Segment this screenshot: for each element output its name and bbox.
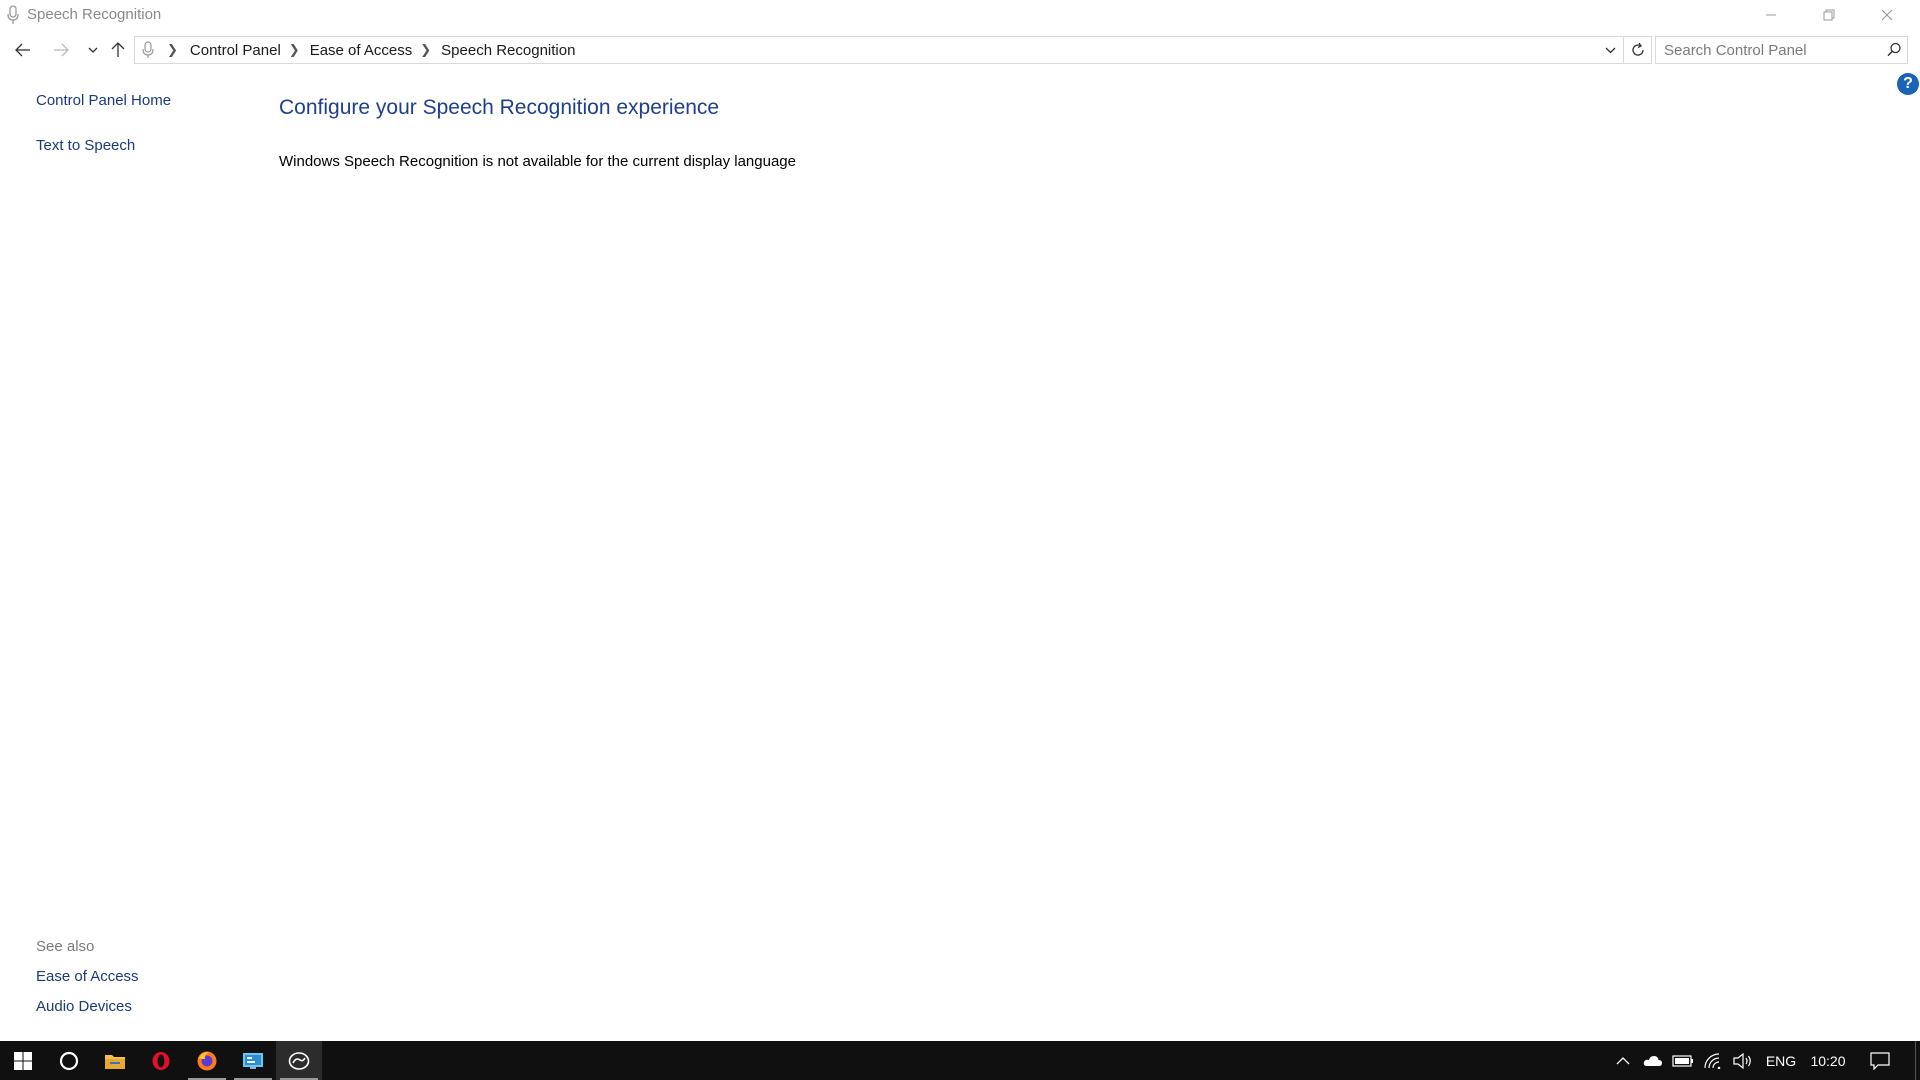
cloud-icon [1643,1055,1662,1066]
help-icon[interactable]: ? [1897,73,1919,95]
volume-button[interactable] [1730,1041,1756,1080]
taskbar-opera[interactable] [138,1041,184,1080]
title-bar: Speech Recognition [0,0,1920,30]
cortana-button[interactable] [46,1041,92,1080]
notification-icon [1870,1051,1890,1070]
arrow-up-icon [111,42,125,57]
text-to-speech-link[interactable]: Text to Speech [36,137,135,154]
restore-button[interactable] [1800,0,1858,30]
speaker-icon [1733,1052,1751,1069]
show-desktop-button[interactable] [1915,1041,1920,1080]
chevron-right-icon[interactable]: ❯ [167,42,178,58]
ease-of-access-link[interactable]: Ease of Access [36,968,139,985]
window-title: Speech Recognition [27,6,162,23]
taskbar-file-explorer[interactable] [92,1041,138,1080]
microphone-icon [141,41,155,59]
onedrive-button[interactable] [1640,1041,1666,1080]
search-box[interactable] [1655,36,1908,64]
cortana-icon [59,1051,79,1070]
arrow-left-icon [15,43,30,57]
up-button[interactable] [105,34,131,66]
show-hidden-icons-button[interactable] [1612,1041,1634,1080]
minimize-button[interactable] [1742,0,1800,30]
search-icon[interactable] [1885,41,1903,59]
chevron-down-icon [88,47,98,53]
breadcrumb: ❯ Control Panel ❯ Ease of Access ❯ Speec… [161,37,575,63]
wifi-icon [1704,1052,1721,1069]
battery-icon [1672,1054,1693,1067]
breadcrumb-ease-of-access[interactable]: Ease of Access [310,42,413,59]
start-button[interactable] [0,1041,46,1080]
see-also-heading: See also [36,938,95,955]
action-center-button[interactable] [1864,1041,1896,1080]
network-button[interactable] [1700,1041,1726,1080]
clock[interactable]: 10:20 [1806,1041,1850,1080]
audio-devices-link[interactable]: Audio Devices [36,998,132,1015]
status-message: Windows Speech Recognition is not availa… [279,153,796,170]
recent-locations-button[interactable] [80,34,106,66]
chevron-up-icon [1616,1056,1630,1064]
breadcrumb-speech-recognition[interactable]: Speech Recognition [441,42,575,59]
chevron-right-icon[interactable]: ❯ [420,42,431,58]
refresh-button[interactable] [1624,36,1652,64]
forward-button[interactable] [48,34,74,66]
restore-icon [1823,9,1835,21]
page-title: Configure your Speech Recognition experi… [279,96,720,119]
breadcrumb-control-panel[interactable]: Control Panel [190,42,281,59]
taskbar: ENG 10:20 [0,1041,1920,1080]
navigation-bar: ❯ Control Panel ❯ Ease of Access ❯ Speec… [0,34,1920,66]
back-button[interactable] [10,34,36,66]
chevron-right-icon[interactable]: ❯ [289,42,300,58]
search-input[interactable] [1656,37,1876,63]
windows-logo-icon [14,1051,32,1070]
refresh-icon [1631,42,1644,56]
input-language-indicator[interactable]: ENG [1760,1041,1802,1080]
taskbar-control-panel[interactable] [230,1041,276,1080]
battery-button[interactable] [1670,1041,1696,1080]
folder-icon [105,1054,125,1069]
close-icon [1881,9,1893,21]
control-panel-icon [243,1052,263,1069]
address-dropdown-button[interactable] [1599,37,1621,63]
address-bar[interactable]: ❯ Control Panel ❯ Ease of Access ❯ Speec… [134,36,1624,64]
opera-icon [152,1051,170,1070]
control-panel-home-link[interactable]: Control Panel Home [36,92,171,109]
taskbar-firefox[interactable] [184,1041,230,1080]
taskbar-speech-recognition[interactable] [276,1041,322,1080]
speech-recognition-icon [288,1051,310,1070]
minimize-icon [1766,14,1776,16]
chevron-down-icon [1605,47,1615,53]
arrow-right-icon [54,43,69,57]
microphone-icon [6,5,20,25]
firefox-icon [197,1051,217,1070]
close-button[interactable] [1858,0,1916,30]
